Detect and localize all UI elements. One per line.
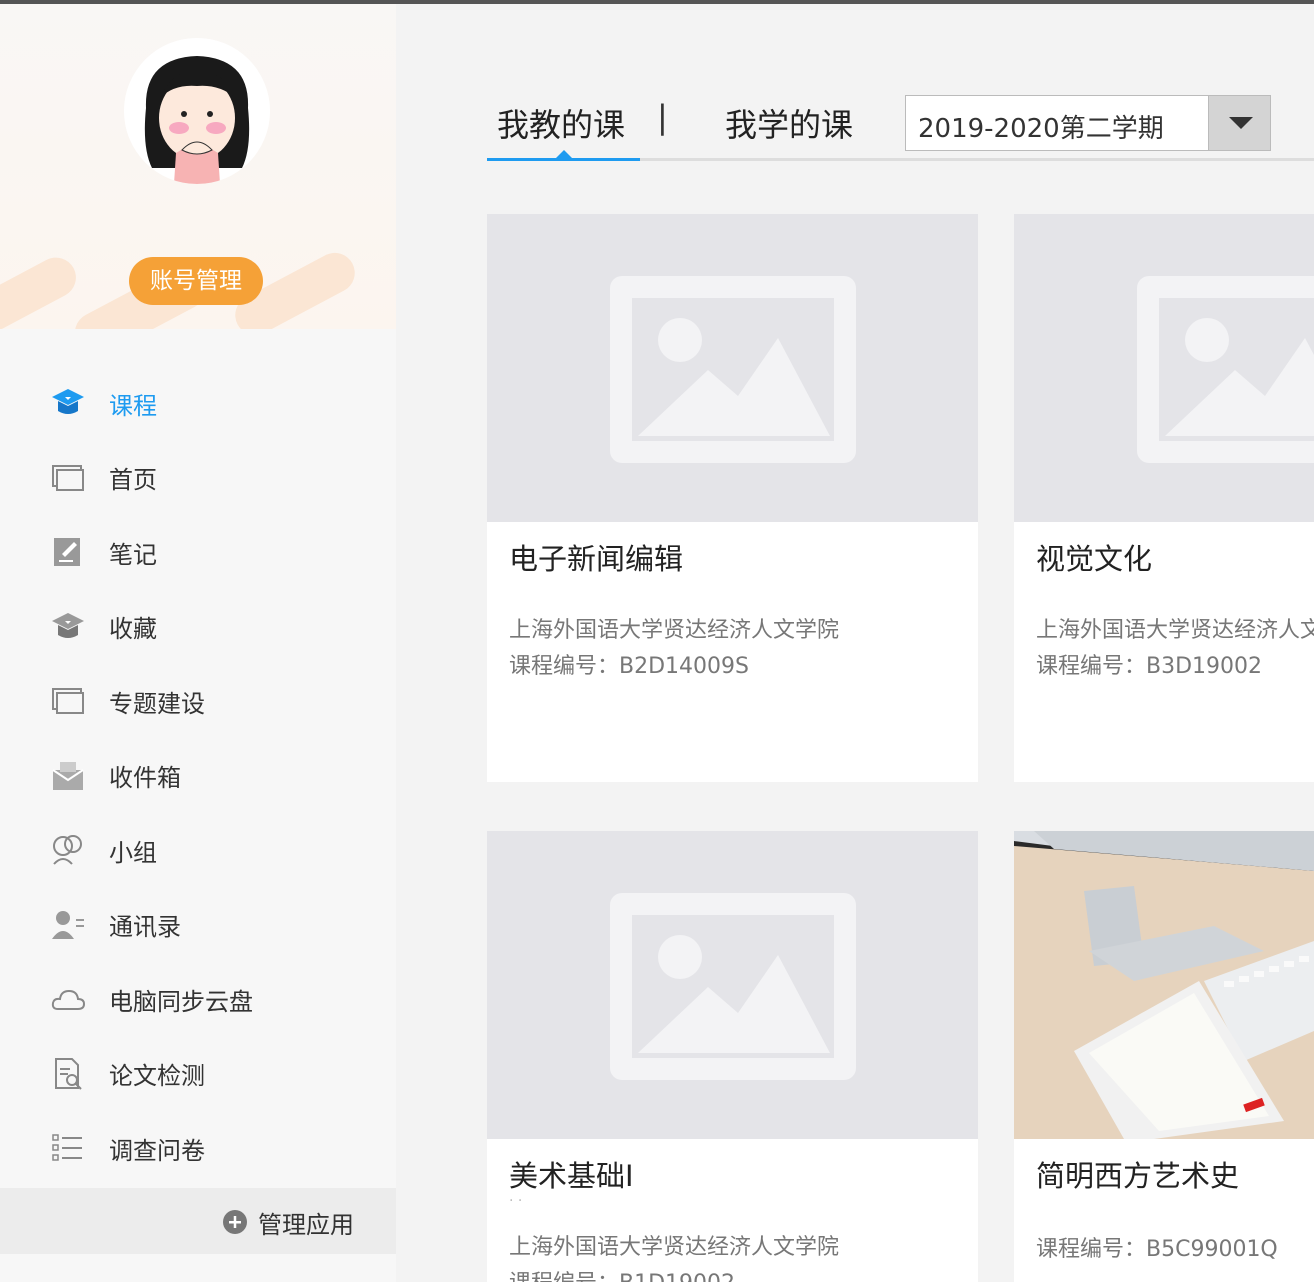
survey-list-icon: [52, 1134, 82, 1161]
tab-separator: |: [657, 98, 668, 136]
course-thumbnail: [1014, 831, 1314, 1139]
sidebar-item-label: 首页: [109, 466, 157, 495]
course-school: 上海外国语大学贤达经济人文学院: [509, 618, 840, 643]
sidebar-item-notes[interactable]: 笔记: [0, 515, 396, 590]
course-card[interactable]: 美术基础Ⅰ · · 上海外国语大学贤达经济人文学院 课程编号：B1D19002: [487, 831, 978, 1282]
term-select[interactable]: 2019-2020第二学期: [905, 95, 1271, 151]
sidebar: 账号管理 课程 首页 笔记 收藏 专题建设 收件箱 小组 通讯录 电脑同步云盘 …: [0, 4, 396, 1282]
decorative-dots: · ·: [509, 1193, 523, 1209]
course-school: 上海外国语大学贤达经济人文学院: [509, 1235, 840, 1260]
sidebar-item-label: 笔记: [109, 540, 157, 569]
cloud-icon: [51, 990, 86, 1011]
sidebar-item-label: 论文检测: [109, 1062, 205, 1091]
group-icon: [53, 835, 82, 865]
sidebar-item-paper-check[interactable]: 论文检测: [0, 1037, 396, 1112]
sidebar-item-label: 电脑同步云盘: [109, 987, 253, 1016]
sidebar-item-favorites[interactable]: 收藏: [0, 590, 396, 665]
sidebar-item-topics[interactable]: 专题建设: [0, 664, 396, 739]
course-card[interactable]: 电子新闻编辑 上海外国语大学贤达经济人文学院 课程编号：B2D14009S: [487, 214, 978, 782]
chevron-down-icon[interactable]: [1208, 96, 1270, 150]
sidebar-item-label: 通讯录: [109, 913, 181, 942]
sidebar-item-course[interactable]: 课程: [0, 366, 396, 441]
course-code: 课程编号：B5C99001Q: [1036, 1237, 1278, 1262]
course-card[interactable]: 视觉文化 上海外国语大学贤达经济人文学院 课程编号：B3D19002: [1014, 214, 1314, 782]
course-code: 课程编号：B1D19002: [509, 1265, 735, 1282]
image-placeholder-icon: [1137, 276, 1314, 463]
paper-check-icon: [55, 1057, 82, 1090]
course-thumbnail: [1014, 214, 1314, 522]
tab-learning-courses[interactable]: 我学的课: [725, 100, 853, 146]
tab-teaching-courses[interactable]: 我教的课: [497, 100, 625, 146]
tab-active-caret: [555, 150, 573, 159]
desk-photo: [1014, 831, 1314, 1139]
course-icon: [52, 389, 84, 415]
sidebar-item-label: 专题建设: [109, 689, 205, 718]
add-circle-icon: [223, 1210, 247, 1234]
course-title: 视觉文化: [1036, 542, 1153, 576]
sidebar-item-label: 收件箱: [109, 764, 181, 793]
avatar[interactable]: [124, 38, 270, 184]
course-thumbnail: [487, 831, 978, 1139]
sidebar-item-label: 调查问卷: [109, 1136, 205, 1165]
account-management-button[interactable]: 账号管理: [129, 257, 263, 305]
sidebar-item-label: 小组: [109, 838, 157, 867]
image-placeholder-icon: [610, 276, 856, 463]
course-school: 上海外国语大学贤达经济人文学院: [1036, 618, 1314, 643]
topic-window-icon: [52, 688, 84, 715]
profile-header: 账号管理: [0, 4, 396, 329]
home-window-icon: [52, 464, 84, 491]
contacts-icon: [52, 910, 84, 939]
course-title: 美术基础Ⅰ: [509, 1159, 634, 1193]
favorite-icon: [52, 612, 84, 638]
course-title: 电子新闻编辑: [509, 542, 684, 576]
sidebar-item-cloud[interactable]: 电脑同步云盘: [0, 962, 396, 1037]
sidebar-nav: 课程 首页 笔记 收藏 专题建设 收件箱 小组 通讯录 电脑同步云盘 论文检测 …: [0, 366, 396, 1186]
course-title: 简明西方艺术史: [1036, 1159, 1240, 1193]
course-code: 课程编号：B3D19002: [1036, 654, 1263, 679]
manage-apps-label: 管理应用: [258, 1211, 354, 1239]
image-placeholder-icon: [610, 893, 856, 1080]
sidebar-item-group[interactable]: 小组: [0, 813, 396, 888]
inbox-icon: [52, 761, 84, 790]
manage-apps-button[interactable]: 管理应用: [0, 1188, 396, 1254]
sidebar-item-contacts[interactable]: 通讯录: [0, 888, 396, 963]
course-thumbnail: [487, 214, 978, 522]
course-code: 课程编号：B2D14009S: [509, 654, 749, 679]
term-select-value: 2019-2020第二学期: [918, 114, 1164, 144]
sidebar-item-label: 收藏: [109, 615, 157, 644]
note-icon: [54, 538, 80, 567]
sidebar-item-home[interactable]: 首页: [0, 441, 396, 516]
course-tabs: 我教的课 | 我学的课 2019-2020第二学期: [487, 90, 1314, 164]
sidebar-item-label: 课程: [109, 391, 157, 420]
course-card[interactable]: 简明西方艺术史 课程编号：B5C99001Q: [1014, 831, 1314, 1282]
sidebar-item-inbox[interactable]: 收件箱: [0, 739, 396, 814]
sidebar-item-survey[interactable]: 调查问卷: [0, 1111, 396, 1186]
